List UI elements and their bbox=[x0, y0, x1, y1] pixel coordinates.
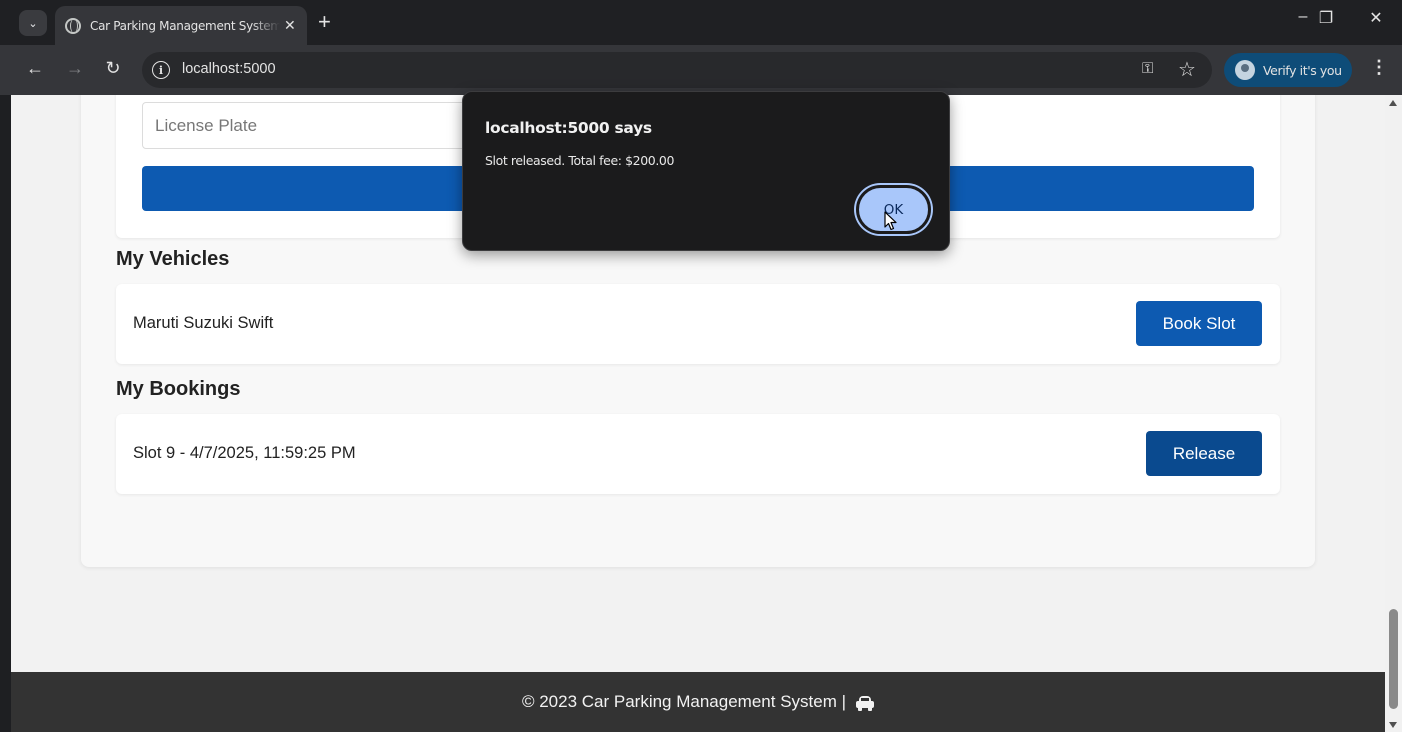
url-text[interactable]: localhost:5000 bbox=[182, 61, 276, 77]
tab-close-button[interactable]: ✕ bbox=[284, 17, 296, 34]
restore-button[interactable]: ❐ bbox=[1311, 8, 1341, 28]
new-tab-button[interactable]: + bbox=[318, 9, 331, 35]
tab-title: Car Parking Management System bbox=[90, 18, 280, 33]
car-icon bbox=[856, 696, 875, 711]
footer-text: © 2023 Car Parking Management System | bbox=[521, 692, 847, 711]
browser-toolbar: ← → ↻ i localhost:5000 ⚿ ☆ Verify it's y… bbox=[0, 45, 1402, 95]
vehicle-name: Maruti Suzuki Swift bbox=[133, 314, 274, 332]
booking-details: Slot 9 - 4/7/2025, 11:59:25 PM bbox=[133, 444, 356, 462]
book-slot-button[interactable]: Book Slot bbox=[1136, 301, 1262, 346]
profile-label: Verify it's you bbox=[1263, 62, 1342, 78]
forward-button[interactable]: → bbox=[63, 58, 87, 79]
scroll-up-arrow-icon[interactable] bbox=[1389, 100, 1397, 106]
booking-list-item: Slot 9 - 4/7/2025, 11:59:25 PM Release bbox=[116, 414, 1280, 494]
mouse-cursor-icon bbox=[884, 211, 897, 231]
page-footer: © 2023 Car Parking Management System | bbox=[11, 672, 1385, 732]
dialog-message: Slot released. Total fee: $200.00 bbox=[485, 153, 675, 168]
bookings-heading: My Bookings bbox=[116, 378, 241, 400]
browser-tab[interactable]: Car Parking Management System ✕ bbox=[55, 6, 307, 45]
scroll-thumb[interactable] bbox=[1389, 609, 1398, 709]
globe-icon bbox=[65, 17, 81, 34]
vehicles-heading: My Vehicles bbox=[116, 248, 230, 270]
scroll-down-arrow-icon[interactable] bbox=[1389, 722, 1397, 728]
profile-verify-button[interactable]: Verify it's you bbox=[1224, 53, 1352, 87]
vehicle-list-item: Maruti Suzuki Swift Book Slot bbox=[116, 284, 1280, 364]
site-info-icon[interactable]: i bbox=[152, 61, 170, 79]
dialog-title: localhost:5000 says bbox=[485, 119, 652, 137]
avatar bbox=[1235, 60, 1255, 80]
key-icon[interactable]: ⚿ bbox=[1142, 60, 1153, 77]
back-button[interactable]: ← bbox=[23, 58, 47, 79]
tab-strip: ⌄ Car Parking Management System ✕ + – ❐ … bbox=[0, 0, 1402, 45]
tab-search-button[interactable]: ⌄ bbox=[19, 10, 47, 36]
bookmark-star-icon[interactable]: ☆ bbox=[1178, 57, 1196, 82]
browser-menu-icon[interactable]: ⋮ bbox=[1370, 57, 1388, 78]
reload-button[interactable]: ↻ bbox=[101, 58, 125, 79]
release-button[interactable]: Release bbox=[1146, 431, 1262, 476]
window-close-button[interactable]: ✕ bbox=[1361, 8, 1391, 28]
address-bar[interactable]: i localhost:5000 ⚿ ☆ bbox=[142, 52, 1212, 88]
alert-dialog: localhost:5000 says Slot released. Total… bbox=[462, 91, 950, 251]
vertical-scrollbar[interactable] bbox=[1385, 95, 1402, 732]
